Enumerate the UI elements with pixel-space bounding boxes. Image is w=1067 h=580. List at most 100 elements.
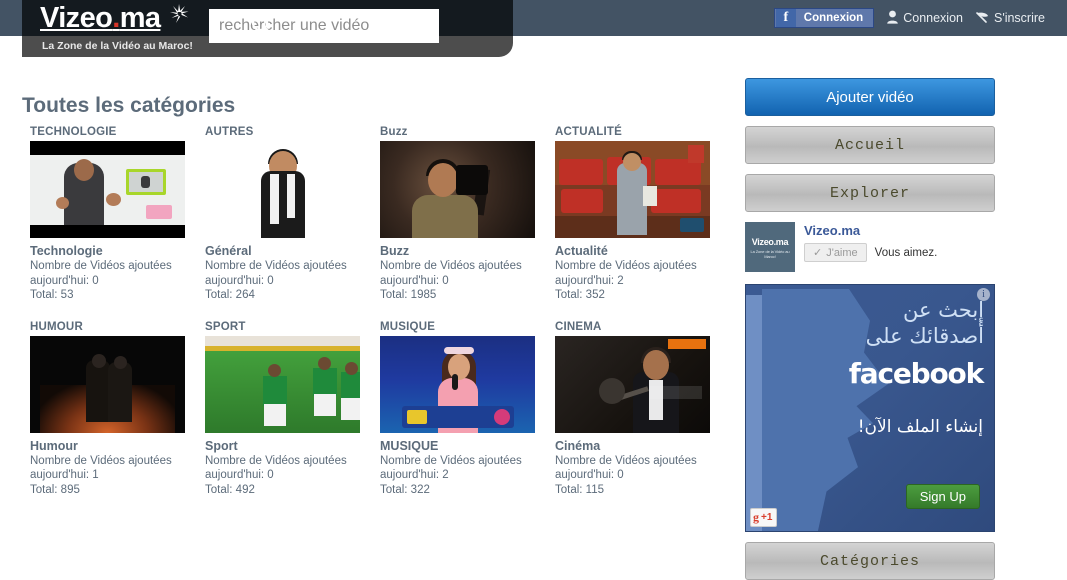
category-name[interactable]: Humour — [30, 439, 205, 453]
add-video-label: Ajouter vidéo — [826, 88, 914, 106]
facebook-like-row: ✓ J'aime Vous aimez. — [804, 243, 937, 262]
thumbnail-art — [30, 335, 185, 433]
category-meta-label: Nombre de Vidéos ajoutées — [555, 454, 697, 467]
ad-facebook-wordmark: facebook — [848, 357, 984, 390]
category-heading[interactable]: CINEMA — [555, 321, 730, 333]
google-plus-one-button[interactable]: g +1 — [750, 508, 778, 527]
category-card[interactable]: TECHNOLOGIE Technologie Nombre de Vidéos… — [30, 126, 205, 303]
category-meta-label: Nombre de Vidéos ajoutées — [205, 454, 347, 467]
thumbnail-art — [205, 141, 360, 238]
category-name[interactable]: Général — [205, 244, 380, 258]
category-name[interactable]: MUSIQUE — [380, 439, 555, 453]
category-total-count: Total: 53 — [30, 289, 74, 301]
ad-info-icon[interactable]: i — [977, 288, 990, 301]
login-link[interactable]: Connexion — [886, 10, 963, 27]
quill-icon — [975, 10, 990, 27]
facebook-widget-body: Vizeo.ma ✓ J'aime Vous aimez. — [804, 222, 937, 262]
header-account-links: f Connexion Connexion S'inscrire — [773, 0, 1045, 36]
category-name[interactable]: Buzz — [380, 244, 555, 258]
category-thumbnail[interactable] — [205, 335, 360, 433]
explore-label: Explorer — [829, 184, 910, 202]
category-meta-label: Nombre de Vidéos ajoutées — [555, 260, 697, 272]
facebook-like-widget: Vizeo.ma La Zone de la Vidéo au Maroc! V… — [745, 222, 995, 274]
category-name[interactable]: Technologie — [30, 244, 205, 258]
category-thumbnail[interactable] — [380, 335, 535, 433]
thumbnail-art — [380, 335, 535, 433]
category-thumbnail[interactable] — [205, 141, 360, 238]
signup-link[interactable]: S'inscrire — [975, 10, 1045, 27]
category-today-count: aujourd'hui: 0 — [205, 274, 274, 287]
thumbnail-art — [30, 141, 185, 238]
category-meta-label: Nombre de Vidéos ajoutées — [380, 260, 522, 272]
category-today-count: aujourd'hui: 0 — [205, 469, 274, 481]
category-heading[interactable]: Buzz — [380, 126, 555, 138]
category-total-count: Total: 895 — [30, 483, 80, 496]
category-name[interactable]: Actualité — [555, 244, 730, 258]
facebook-like-button[interactable]: ✓ J'aime — [804, 243, 867, 262]
logo-burst-icon — [168, 3, 190, 25]
category-thumbnail[interactable] — [555, 335, 710, 433]
category-today-count: aujourd'hui: 0 — [555, 469, 624, 481]
facebook-page-name[interactable]: Vizeo.ma — [804, 223, 937, 238]
logo-text: Vizeo — [40, 2, 113, 34]
category-card[interactable]: CINEMA Cinéma Nombre de Vidéos ajoutées … — [555, 321, 730, 498]
sidebar-item-home[interactable]: Accueil — [745, 126, 995, 164]
category-total-count: Total: 322 — [380, 483, 430, 496]
page-title: Toutes les catégories — [22, 94, 236, 118]
site-logo[interactable]: Vizeo.ma — [40, 2, 161, 34]
category-heading[interactable]: AUTRES — [205, 126, 380, 138]
category-thumbnail[interactable] — [30, 335, 185, 433]
category-thumbnail[interactable] — [555, 141, 710, 238]
facebook-icon: f — [775, 9, 796, 27]
category-card[interactable]: ACTUALITÉ Actualité Nombre de Vidéos ajo… — [555, 126, 730, 303]
category-total-count: Total: 115 — [555, 483, 605, 496]
category-total-count: Total: 352 — [555, 289, 605, 301]
thumbnail-art — [380, 141, 535, 238]
search-button[interactable] — [240, 9, 284, 43]
category-heading[interactable]: TECHNOLOGIE — [30, 126, 205, 138]
category-heading[interactable]: ACTUALITÉ — [555, 126, 730, 138]
category-name[interactable]: Sport — [205, 439, 380, 453]
category-card[interactable]: AUTRES Général Nombre de Vidéos ajoutées… — [205, 126, 380, 303]
category-card[interactable]: Buzz Buzz Nombre de Vidéos ajoutées aujo… — [380, 126, 555, 303]
thumbnail-art — [555, 335, 710, 433]
category-today-count: aujourd'hui: 2 — [555, 274, 624, 287]
category-thumbnail[interactable] — [30, 141, 185, 238]
advertisement-banner[interactable]: إبحث عن أصدقائك على facebook إنشاء الملف… — [745, 284, 995, 532]
category-total-count: Total: 492 — [205, 483, 255, 496]
category-thumbnail[interactable] — [380, 141, 535, 238]
category-name[interactable]: Cinéma — [555, 439, 730, 453]
thumbnail-art — [205, 335, 360, 433]
facebook-page-avatar: Vizeo.ma La Zone de la Vidéo au Maroc! — [745, 222, 795, 272]
category-card[interactable]: HUMOUR Humour Nombre de Vidéos ajoutées … — [30, 321, 205, 498]
category-today-count: aujourd'hui: 0 — [380, 274, 449, 287]
ad-arabic-line2: أصدقائك على — [865, 324, 984, 348]
category-heading[interactable]: MUSIQUE — [380, 321, 555, 333]
thumbnail-art — [555, 141, 710, 238]
signup-link-label: S'inscrire — [993, 11, 1045, 25]
ad-signup-button[interactable]: Sign Up — [905, 484, 980, 509]
sidebar-item-explore[interactable]: Explorer — [745, 174, 995, 212]
categories-label: Catégories — [819, 552, 920, 570]
ad-arabic-cta: إنشاء الملف الآن! — [857, 417, 983, 437]
category-meta-label: Nombre de Vidéos ajoutées — [205, 260, 347, 272]
logo-suffix: ma — [119, 2, 161, 34]
category-heading[interactable]: HUMOUR — [30, 321, 205, 333]
sidebar-item-categories[interactable]: Catégories — [745, 542, 995, 580]
category-card[interactable]: MUSIQUE MUSIQUE Nombre de Vidéos ajoutée… — [380, 321, 555, 498]
category-meta-label: Nombre de Vidéos ajoutées — [380, 454, 522, 467]
category-today-count: aujourd'hui: 1 — [30, 469, 99, 481]
category-card[interactable]: SPORT Sport Nombre de Vidéos ajoutées au… — [205, 321, 380, 498]
like-label: J'aime — [826, 246, 858, 259]
facebook-login-button[interactable]: f Connexion — [773, 8, 875, 28]
ad-arabic-headline: إبحث عن أصدقائك على — [784, 297, 984, 349]
category-heading[interactable]: SPORT — [205, 321, 380, 333]
sidebar: Ajouter vidéo Accueil Explorer Vizeo.ma … — [745, 78, 995, 580]
plus-one-label: +1 — [761, 512, 773, 523]
category-meta-label: Nombre de Vidéos ajoutées — [30, 454, 172, 467]
add-video-button[interactable]: Ajouter vidéo — [745, 78, 995, 116]
logo-dot: . — [112, 2, 120, 34]
avatar-title: Vizeo.ma — [751, 237, 789, 247]
category-today-count: aujourd'hui: 0 — [30, 274, 99, 287]
category-today-count: aujourd'hui: 2 — [380, 469, 449, 481]
